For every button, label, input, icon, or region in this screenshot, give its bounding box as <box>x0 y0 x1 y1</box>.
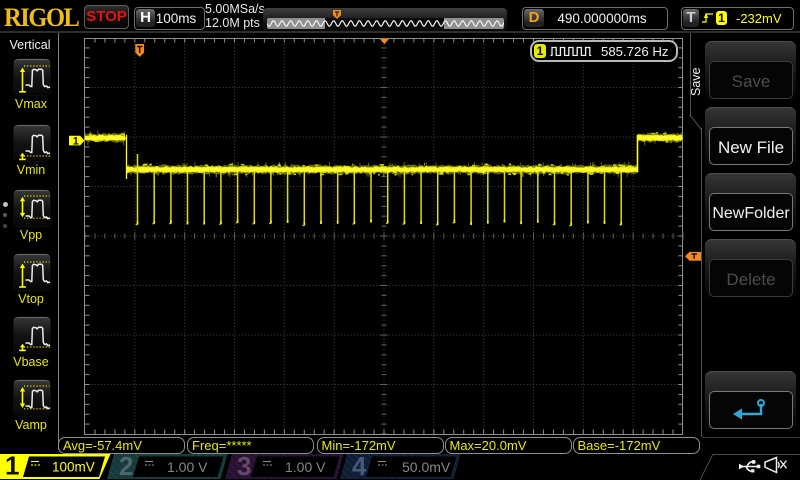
svg-text:1.00 V: 1.00 V <box>167 459 208 475</box>
svg-text:1: 1 <box>73 135 79 147</box>
svg-text:3: 3 <box>237 453 251 480</box>
svg-text:4: 4 <box>352 453 367 480</box>
svg-text:1.00 V: 1.00 V <box>285 459 326 475</box>
svg-text:2: 2 <box>119 453 133 480</box>
svg-text:50.0mV: 50.0mV <box>402 459 451 475</box>
